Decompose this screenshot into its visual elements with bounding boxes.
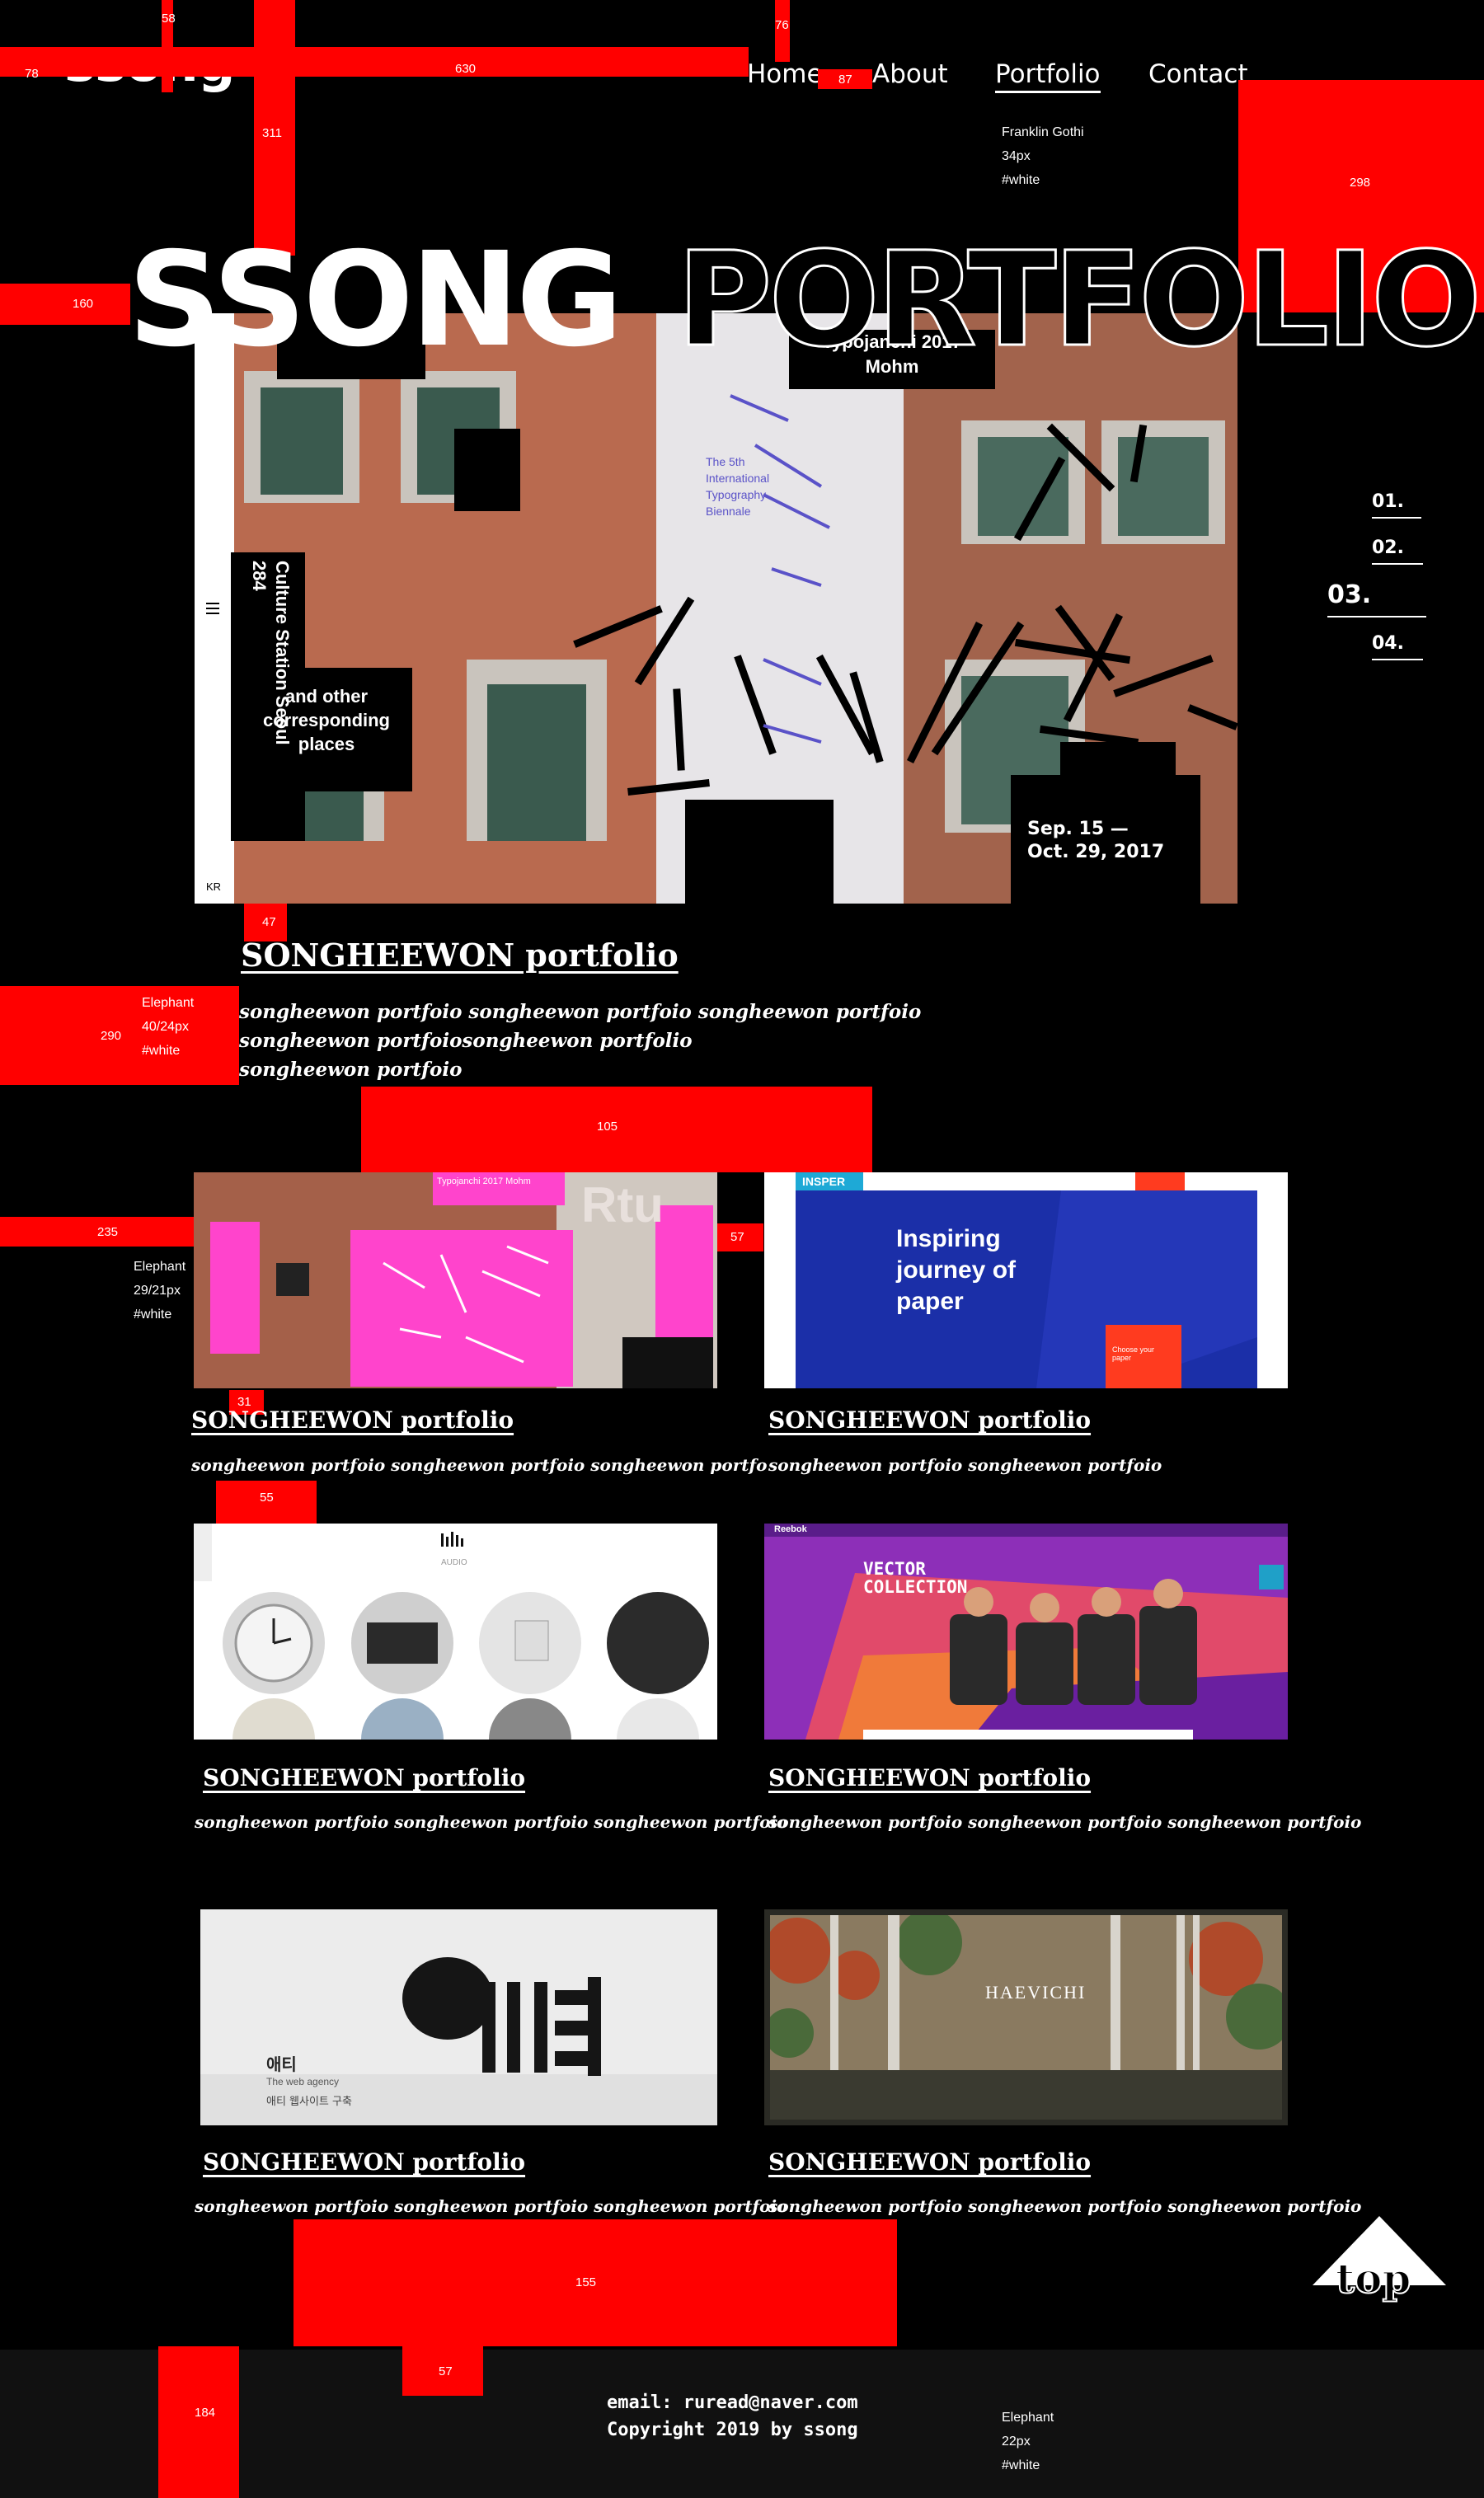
project-2-cta[interactable]: Choose your paper bbox=[1112, 1345, 1170, 1362]
guide-label: 298 bbox=[1350, 176, 1371, 190]
footer-contact: email: ruread@naver.com Copyright 2019 b… bbox=[607, 2389, 858, 2444]
spec-font: Franklin Gothi bbox=[1002, 125, 1084, 139]
guide-label: 47 bbox=[262, 915, 276, 929]
project-desc-6: songheewon portfoio songheewon portfoio … bbox=[768, 2196, 1362, 2216]
project-desc-1: songheewon portfoio songheewon portfoio … bbox=[191, 1455, 768, 1475]
footer-spec-note: Elephant 22px #white bbox=[1002, 2406, 1054, 2477]
project-5-caption-2: 애티 웹사이트 구축 bbox=[266, 2096, 352, 2108]
hero-title-solid: SSONG bbox=[128, 224, 623, 376]
spec-size: 34px bbox=[1002, 149, 1031, 163]
svg-text:Rtu: Rtu bbox=[581, 1177, 664, 1233]
top-button-label: top bbox=[1335, 2253, 1411, 2303]
guide-label: 235 bbox=[97, 1225, 119, 1239]
project-title-5[interactable]: SONGHEEWON portfolio bbox=[203, 2148, 525, 2176]
spec-color: #white bbox=[1002, 2458, 1040, 2472]
project-2-thumb-text: Inspiring journey of paper bbox=[896, 1225, 1017, 1315]
pager-item-2[interactable]: 02. bbox=[1372, 538, 1423, 565]
project-title-3[interactable]: SONGHEEWON portfolio bbox=[203, 1764, 525, 1791]
project-desc-5: songheewon portfoio songheewon portfoio … bbox=[195, 2196, 788, 2216]
guide-label: 630 bbox=[455, 62, 477, 76]
nav-contact[interactable]: Contact bbox=[1148, 59, 1248, 89]
main-project-desc: songheewon portfoio songheewon portfoio … bbox=[239, 998, 921, 1084]
project-title-6[interactable]: SONGHEEWON portfolio bbox=[768, 2148, 1091, 2176]
spec-font: Elephant bbox=[142, 996, 195, 1010]
guide-label: 105 bbox=[597, 1120, 618, 1134]
project-thumb-1[interactable]: Rtu Typojanchi 2017 Mohm bbox=[194, 1172, 717, 1388]
project-title-4[interactable]: SONGHEEWON portfolio bbox=[768, 1764, 1091, 1791]
spec-size: 40/24px bbox=[142, 1020, 189, 1034]
guide-label: 76 bbox=[775, 18, 789, 32]
project-thumb-2[interactable]: INSPER Inspiring journey of paper Choose… bbox=[764, 1172, 1288, 1388]
project-1-graphic: Rtu bbox=[194, 1172, 717, 1388]
guide-label: 78 bbox=[25, 67, 39, 81]
nav-portfolio[interactable]: Portfolio bbox=[995, 59, 1101, 93]
project-title-1[interactable]: SONGHEEWON portfolio bbox=[191, 1406, 514, 1434]
guide-bar-footer-left bbox=[158, 2346, 239, 2498]
guide-label: 55 bbox=[260, 1491, 274, 1505]
pager-item-1[interactable]: 01. bbox=[1372, 491, 1421, 519]
project-1-thumb-text: Typojanchi 2017 Mohm bbox=[437, 1176, 531, 1186]
project-6-graphic bbox=[764, 1909, 1288, 2125]
pager-item-4[interactable]: 04. bbox=[1372, 633, 1423, 660]
nav-about[interactable]: About bbox=[872, 59, 948, 89]
guide-label: 57 bbox=[439, 2364, 453, 2378]
guide-label: 311 bbox=[262, 126, 282, 140]
project-4-brand: Reebok bbox=[774, 1524, 807, 1534]
guide-label: 87 bbox=[838, 73, 852, 87]
spec-color: #white bbox=[142, 1044, 181, 1058]
poster-date-text: Sep. 15 — Oct. 29, 2017 bbox=[1027, 819, 1165, 862]
spec-font: Elephant bbox=[1002, 2411, 1054, 2425]
grid-spec-note: Elephant 29/21px #white bbox=[134, 1255, 186, 1326]
hero-poster-graphic: KR bbox=[195, 313, 1237, 904]
nav-spec-note: Franklin Gothi 34px #white bbox=[1002, 120, 1084, 192]
main-desc-line-2: songheewon portfoiosongheewon portfolio bbox=[239, 1030, 693, 1052]
project-6-thumb-text: HAEVICHI bbox=[985, 1982, 1087, 2003]
project-thumb-6[interactable]: HAEVICHI bbox=[764, 1909, 1288, 2125]
main-project-title[interactable]: SONGHEEWON portfolio bbox=[241, 937, 679, 974]
guide-label: 155 bbox=[575, 2275, 597, 2289]
spec-color: #white bbox=[1002, 173, 1040, 187]
guide-bar-h3 bbox=[0, 284, 130, 325]
hero-title-outline: PORTFOLIO bbox=[675, 224, 1482, 376]
guide-label: 160 bbox=[73, 297, 94, 311]
guide-label: 184 bbox=[195, 2406, 216, 2420]
hero-title: SSONG PORTFOLIO bbox=[128, 234, 1483, 367]
guide-label: 290 bbox=[101, 1029, 122, 1043]
scroll-top-button[interactable]: top bbox=[1313, 2216, 1446, 2315]
main-desc-line-3: songheewon portfoio bbox=[239, 1059, 463, 1081]
project-4-graphic bbox=[764, 1524, 1288, 1740]
spec-color: #white bbox=[134, 1308, 172, 1322]
guide-label: 58 bbox=[162, 12, 176, 26]
main-desc-line-1: songheewon portfoio songheewon portfoio … bbox=[239, 1001, 922, 1023]
hero-image[interactable]: KR Typojanchi 2017 Mohm The 5th Internat… bbox=[195, 313, 1237, 904]
project-desc-2: songheewon portfoio songheewon portfoio bbox=[768, 1455, 1162, 1475]
guide-bar-h1 bbox=[0, 47, 749, 77]
project-2-brand: INSPER bbox=[802, 1175, 846, 1188]
project-desc-4: songheewon portfoio songheewon portfoio … bbox=[768, 1812, 1362, 1832]
project-thumb-3[interactable]: AUDIO bbox=[194, 1524, 717, 1740]
nav-home[interactable]: Home bbox=[747, 59, 823, 89]
guide-label: 57 bbox=[730, 1230, 744, 1244]
project-5-thumb-text: 애티 bbox=[266, 2054, 297, 2074]
project-thumb-4[interactable]: Reebok VECTOR COLLECTION bbox=[764, 1524, 1288, 1740]
spec-font: Elephant bbox=[134, 1260, 186, 1274]
project-3-graphic bbox=[194, 1524, 717, 1740]
project-4-thumb-text: VECTOR COLLECTION bbox=[863, 1559, 968, 1597]
project-3-thumb-text: AUDIO bbox=[441, 1558, 467, 1567]
spec-size: 22px bbox=[1002, 2435, 1031, 2449]
footer-copyright: Copyright 2019 by ssong bbox=[607, 2420, 858, 2440]
poster-side-text: and other corresponding places bbox=[262, 686, 390, 754]
poster-center-text: The 5th International Typography Biennal… bbox=[706, 455, 770, 518]
svg-text:KR: KR bbox=[206, 880, 221, 893]
project-5-caption-1: The web agency bbox=[266, 2076, 340, 2087]
spec-size: 29/21px bbox=[134, 1284, 181, 1298]
footer-email[interactable]: email: ruread@naver.com bbox=[607, 2389, 858, 2416]
project-title-2[interactable]: SONGHEEWON portfolio bbox=[768, 1406, 1091, 1434]
project-thumb-5[interactable]: 애티 The web agency 애티 웹사이트 구축 bbox=[200, 1909, 717, 2125]
main-spec-note: Elephant 40/24px #white bbox=[142, 991, 194, 1063]
pager-item-3-active[interactable]: 03. bbox=[1327, 580, 1426, 617]
project-desc-3: songheewon portfoio songheewon portfoio … bbox=[195, 1812, 788, 1832]
